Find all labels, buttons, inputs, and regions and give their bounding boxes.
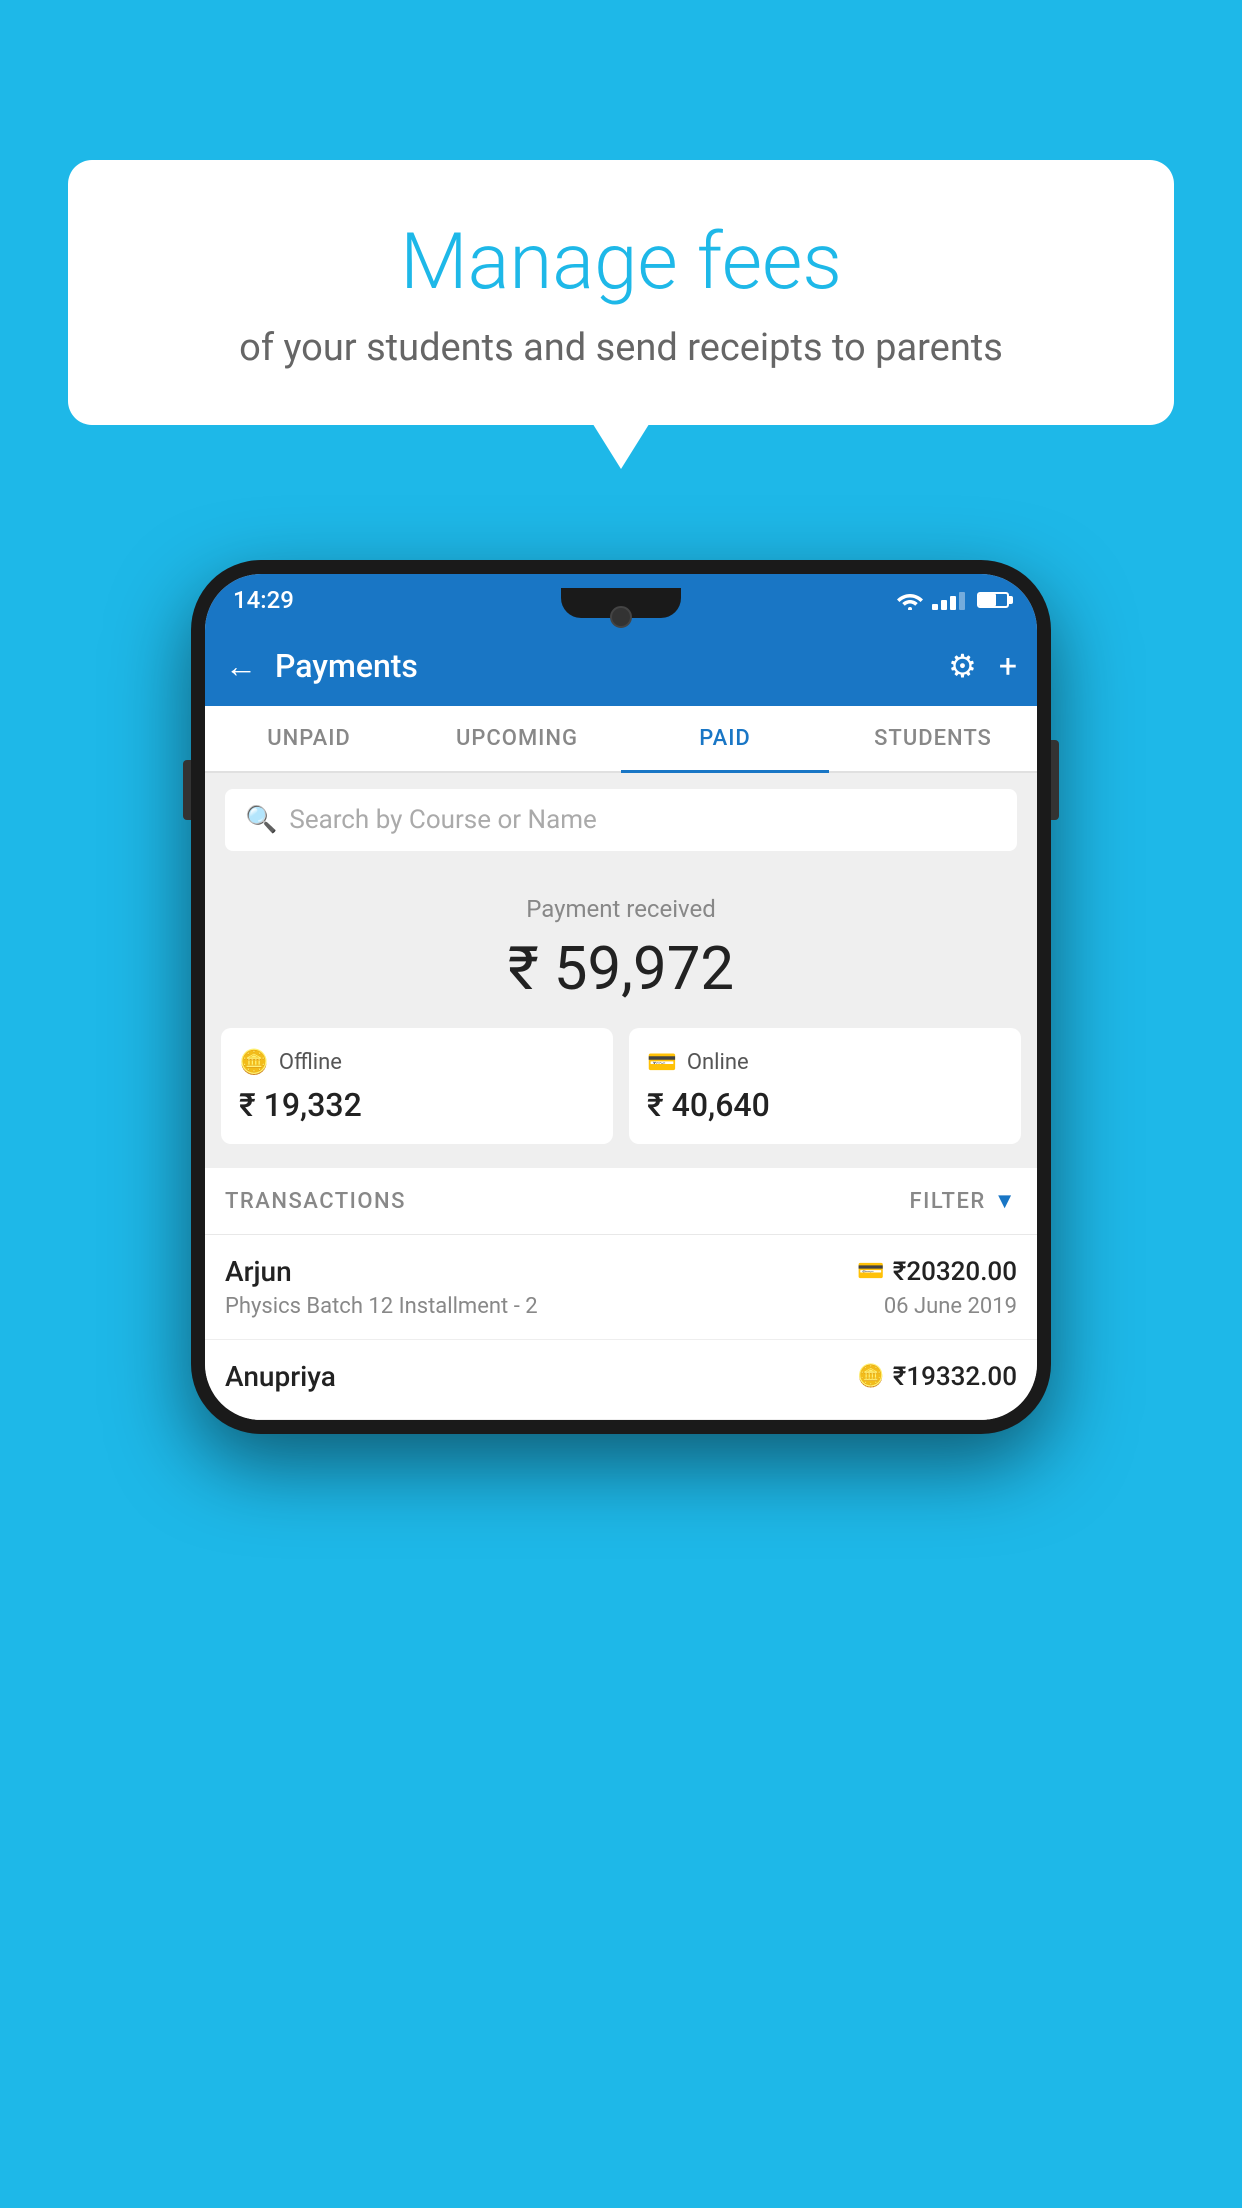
- phone-screen: 14:29: [205, 574, 1037, 1420]
- bubble-subtitle: of your students and send receipts to pa…: [108, 326, 1134, 370]
- bubble-title: Manage fees: [108, 220, 1134, 306]
- search-icon: 🔍: [245, 805, 277, 835]
- transactions-label: TRANSACTIONS: [225, 1189, 406, 1214]
- filter-icon: ▼: [994, 1188, 1017, 1214]
- filter-label: FILTER: [909, 1189, 985, 1214]
- battery-icon: [977, 592, 1009, 608]
- offline-label: Offline: [279, 1050, 342, 1075]
- app-bar: ← Payments ⚙ +: [205, 626, 1037, 706]
- filter-button[interactable]: FILTER ▼: [909, 1188, 1017, 1214]
- signal-icon: [932, 590, 965, 610]
- transaction-amount-wrap: 🪙 ₹19332.00: [857, 1362, 1017, 1392]
- wifi-icon: [896, 590, 924, 610]
- card-payment-icon: 💳: [857, 1259, 884, 1284]
- search-bar-wrap: 🔍 Search by Course or Name: [205, 773, 1037, 867]
- transaction-amount: ₹20320.00: [893, 1257, 1017, 1287]
- transaction-amount-wrap: 💳 ₹20320.00: [857, 1257, 1017, 1287]
- speech-bubble-wrapper: Manage fees of your students and send re…: [68, 160, 1174, 425]
- offline-icon: 🪙: [239, 1048, 269, 1076]
- payment-summary: Payment received ₹ 59,972: [205, 867, 1037, 1028]
- offline-amount: ₹ 19,332: [239, 1086, 595, 1124]
- table-row[interactable]: Anupriya 🪙 ₹19332.00: [205, 1340, 1037, 1420]
- transaction-amount: ₹19332.00: [893, 1362, 1017, 1392]
- status-time: 14:29: [233, 586, 294, 614]
- online-label: Online: [687, 1050, 749, 1075]
- online-icon: 💳: [647, 1048, 677, 1076]
- transaction-name: Anupriya: [225, 1360, 336, 1393]
- settings-button[interactable]: ⚙: [948, 647, 977, 685]
- transaction-date: 06 June 2019: [884, 1294, 1017, 1319]
- offline-card: 🪙 Offline ₹ 19,332: [221, 1028, 613, 1144]
- status-icons: [896, 590, 1009, 610]
- back-button[interactable]: ←: [225, 647, 257, 685]
- volume-button: [183, 760, 191, 820]
- cash-payment-icon: 🪙: [857, 1364, 884, 1389]
- camera: [610, 606, 632, 628]
- tabs: UNPAID UPCOMING PAID STUDENTS: [205, 706, 1037, 773]
- payment-total-amount: ₹ 59,972: [225, 933, 1017, 1004]
- online-card: 💳 Online ₹ 40,640: [629, 1028, 1021, 1144]
- payment-received-label: Payment received: [225, 895, 1017, 923]
- add-button[interactable]: +: [999, 647, 1017, 685]
- tab-paid[interactable]: PAID: [621, 706, 829, 771]
- search-input[interactable]: Search by Course or Name: [289, 805, 596, 835]
- transaction-name: Arjun: [225, 1255, 292, 1288]
- app-bar-title: Payments: [275, 647, 930, 685]
- power-button: [1051, 740, 1059, 820]
- table-row[interactable]: Arjun 💳 ₹20320.00 Physics Batch 12 Insta…: [205, 1235, 1037, 1340]
- tab-unpaid[interactable]: UNPAID: [205, 706, 413, 771]
- transactions-header: TRANSACTIONS FILTER ▼: [205, 1168, 1037, 1235]
- phone-notch: [561, 588, 681, 618]
- phone-outer: 14:29: [191, 560, 1051, 1434]
- transaction-course: Physics Batch 12 Installment - 2: [225, 1294, 538, 1319]
- app-bar-actions: ⚙ +: [948, 647, 1017, 685]
- phone-device: 14:29: [191, 560, 1051, 1434]
- payment-cards: 🪙 Offline ₹ 19,332 💳 Online ₹ 40,640: [205, 1028, 1037, 1168]
- tab-students[interactable]: STUDENTS: [829, 706, 1037, 771]
- online-amount: ₹ 40,640: [647, 1086, 1003, 1124]
- speech-bubble: Manage fees of your students and send re…: [68, 160, 1174, 425]
- tab-upcoming[interactable]: UPCOMING: [413, 706, 621, 771]
- search-bar[interactable]: 🔍 Search by Course or Name: [225, 789, 1017, 851]
